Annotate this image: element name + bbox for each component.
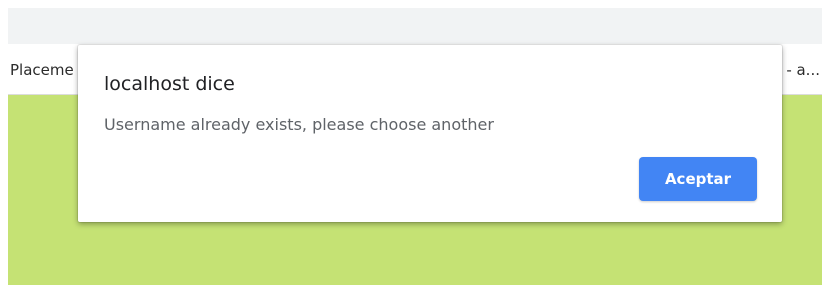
browser-window: Placeme - a... localhost dice Username a… [0, 0, 830, 285]
alert-dialog: localhost dice Username already exists, … [78, 45, 782, 222]
ok-button[interactable]: Aceptar [639, 157, 757, 201]
browser-toolbar [8, 8, 822, 44]
tab-title-left[interactable]: Placeme [10, 61, 80, 79]
dialog-title: localhost dice [104, 73, 235, 95]
dialog-message: Username already exists, please choose a… [104, 115, 494, 134]
tab-title-right[interactable]: - a... [786, 61, 820, 79]
